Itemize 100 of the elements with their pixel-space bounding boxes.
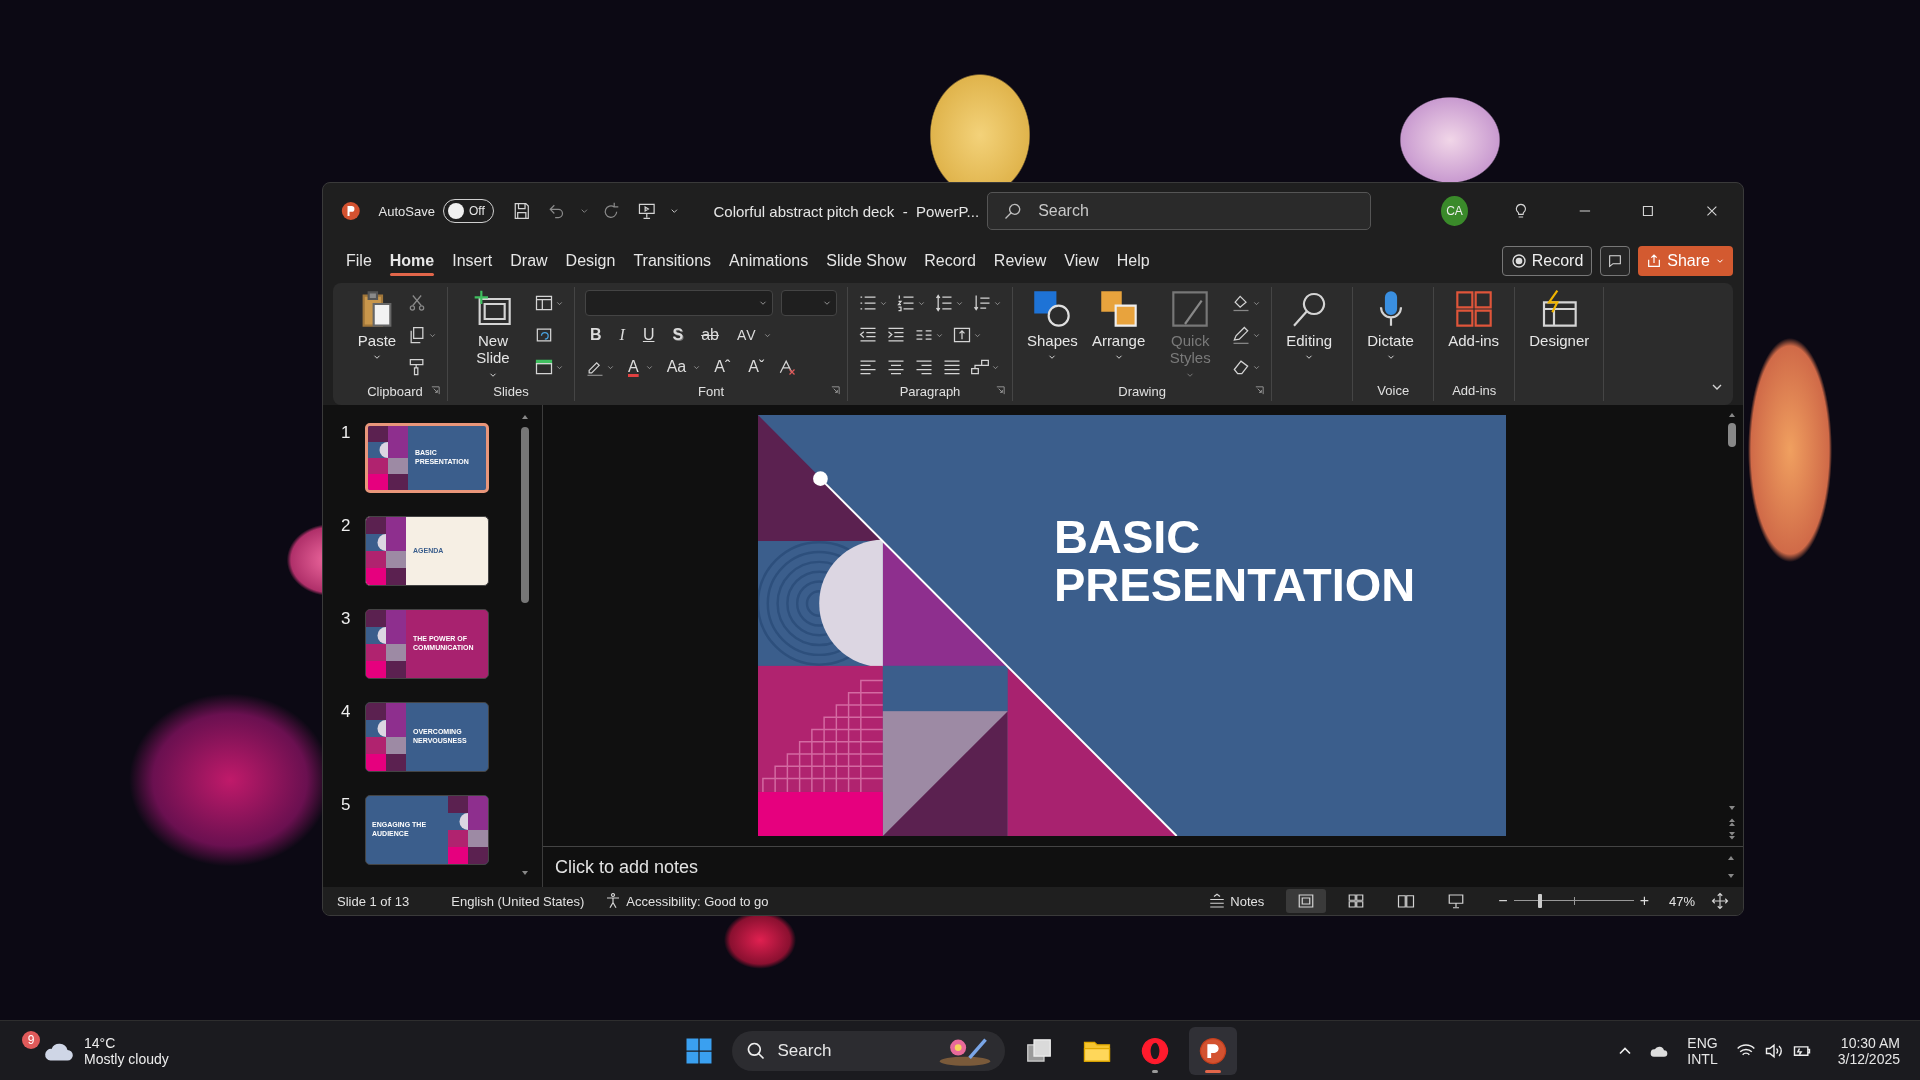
arrange-icon [1098,289,1139,329]
font-size-field[interactable] [781,290,837,316]
reading-view-icon [1397,892,1416,910]
ribbon-tab[interactable]: View [1055,244,1108,278]
input-language[interactable]: ENG [1687,1034,1718,1051]
ribbon-tab[interactable]: Slide Show [817,244,916,278]
corner-arrow-icon[interactable] [1254,385,1266,396]
next-slide-icon[interactable] [1726,830,1738,842]
designer-button[interactable]: Designer [1525,287,1594,352]
zoom-in-button[interactable]: + [1633,892,1655,910]
slide-sorter-icon [1347,892,1366,910]
layout-icon[interactable] [534,293,554,313]
window-title: Colorful abstract pitch deck - PowerP... [713,202,980,220]
slide-number: 4 [341,702,352,722]
grow-font-button[interactable]: Aˆ [709,358,736,376]
add-ins-button[interactable]: Add-ins [1444,287,1504,352]
zoom-out-button[interactable]: − [1492,892,1514,910]
account-avatar[interactable]: CA [1441,196,1468,226]
ribbon-tab[interactable]: Home [380,244,444,278]
record-icon [1510,253,1527,269]
paint-bucket-icon[interactable] [1231,293,1252,313]
thumbnail-artwork-drawing [366,703,406,771]
numbering-icon[interactable] [896,293,916,313]
clock-date[interactable]: 3/12/2025 [1837,1050,1900,1067]
slide-canvas[interactable]: BASIC PRESENTATION [758,415,1506,836]
keyboard-layout[interactable]: INTL [1687,1050,1718,1067]
accessibility-button[interactable]: Accessibility: Good to go [604,892,769,910]
ribbon-tab[interactable]: Record [915,244,985,278]
zoom-percentage[interactable]: 47% [1668,893,1695,909]
slide-number: 2 [341,516,352,536]
ribbon-tab[interactable]: File [337,244,381,278]
comment-icon [1607,253,1624,269]
language-status[interactable]: English (United States) [451,893,585,909]
text-direction-icon[interactable] [972,293,992,313]
ribbon-tab[interactable]: Review [984,244,1056,278]
arrange-button[interactable]: Arrange [1087,287,1150,365]
zoom-slider[interactable] [1513,893,1634,909]
font-name-field[interactable] [585,290,773,316]
notes-icon [1208,892,1227,910]
italic-button[interactable]: I [614,326,630,344]
paste-button[interactable]: Paste [353,287,401,365]
corner-arrow-icon[interactable] [830,385,841,396]
ribbon-tab[interactable]: Design [556,244,625,278]
presentation-app-icon [1197,1035,1228,1066]
corner-arrow-icon[interactable] [430,385,441,396]
strikethrough-button[interactable]: ab [696,326,724,344]
brush-frame-icon [1170,289,1211,329]
notes-button[interactable]: Notes [1208,892,1265,910]
font-color-button[interactable]: A [623,358,644,376]
normal-view-button[interactable] [1286,889,1327,913]
notification-badge: 9 [22,1030,40,1049]
search-field[interactable]: Search [987,192,1372,230]
taskbar-search-field[interactable]: Search [731,1030,1005,1071]
ribbon-tab[interactable]: Draw [501,244,557,278]
clock-time[interactable]: 10:30 AM [1840,1034,1900,1051]
slide-title[interactable]: BASIC PRESENTATION [758,415,1506,609]
ribbon-tab[interactable]: Animations [720,244,818,278]
clear-formatting-icon[interactable] [777,357,798,377]
scrollbar-thumb[interactable] [521,427,529,603]
share-icon [1646,253,1663,269]
comments-button[interactable] [1600,246,1631,276]
slide-position: Slide 1 of 13 [337,893,410,909]
smartart-icon[interactable] [970,357,990,377]
shrink-font-button[interactable]: Aˇ [743,358,770,376]
fit-to-window-icon[interactable] [1711,892,1729,910]
zoom-slider-thumb[interactable] [1538,894,1542,908]
ribbon-tab[interactable]: Insert [443,244,502,278]
taskbar-app-button[interactable] [1188,1026,1237,1075]
previous-slide-icon[interactable] [1726,816,1738,828]
shapes-button[interactable]: Shapes [1023,287,1082,365]
dictate-button[interactable]: Dictate [1363,287,1418,365]
group-label: Clipboard [367,383,423,399]
section-icon[interactable] [534,357,554,377]
line-spacing-icon[interactable] [934,293,954,313]
slideshow-icon [1447,892,1466,910]
scrollbar-thumb[interactable] [1728,423,1736,447]
new-slide-button[interactable]: New Slide [458,287,528,382]
scissors-icon[interactable] [407,293,427,313]
notes-field[interactable]: Click to add notes [543,850,1725,884]
share-button[interactable]: Share [1638,246,1733,276]
align-text-icon[interactable] [952,325,972,345]
search-icon [745,1040,766,1061]
pencil-icon[interactable] [1231,325,1252,345]
underline-button[interactable]: U [637,326,660,344]
weather-condition[interactable]: Mostly cloudy [84,1050,169,1067]
corner-arrow-icon[interactable] [995,385,1006,396]
bold-button[interactable]: B [585,326,607,344]
text-shadow-button[interactable]: S [667,326,689,344]
thumbnail-artwork-drawing [368,426,408,490]
thumbnail-artwork-drawing [366,610,406,678]
ribbon-tab[interactable]: Help [1107,244,1159,278]
group-label: Add-ins [1452,382,1497,398]
editing-button[interactable]: Editing [1282,287,1337,365]
group-label: Drawing [1118,383,1166,399]
group-label: Slides [493,383,529,399]
temperature[interactable]: 14°C [84,1034,169,1051]
ribbon-tab[interactable]: Transitions [624,244,721,278]
change-case-button[interactable]: Aa [661,358,692,376]
record-button[interactable]: Record [1501,246,1593,276]
character-spacing-button[interactable]: AV [731,327,762,343]
